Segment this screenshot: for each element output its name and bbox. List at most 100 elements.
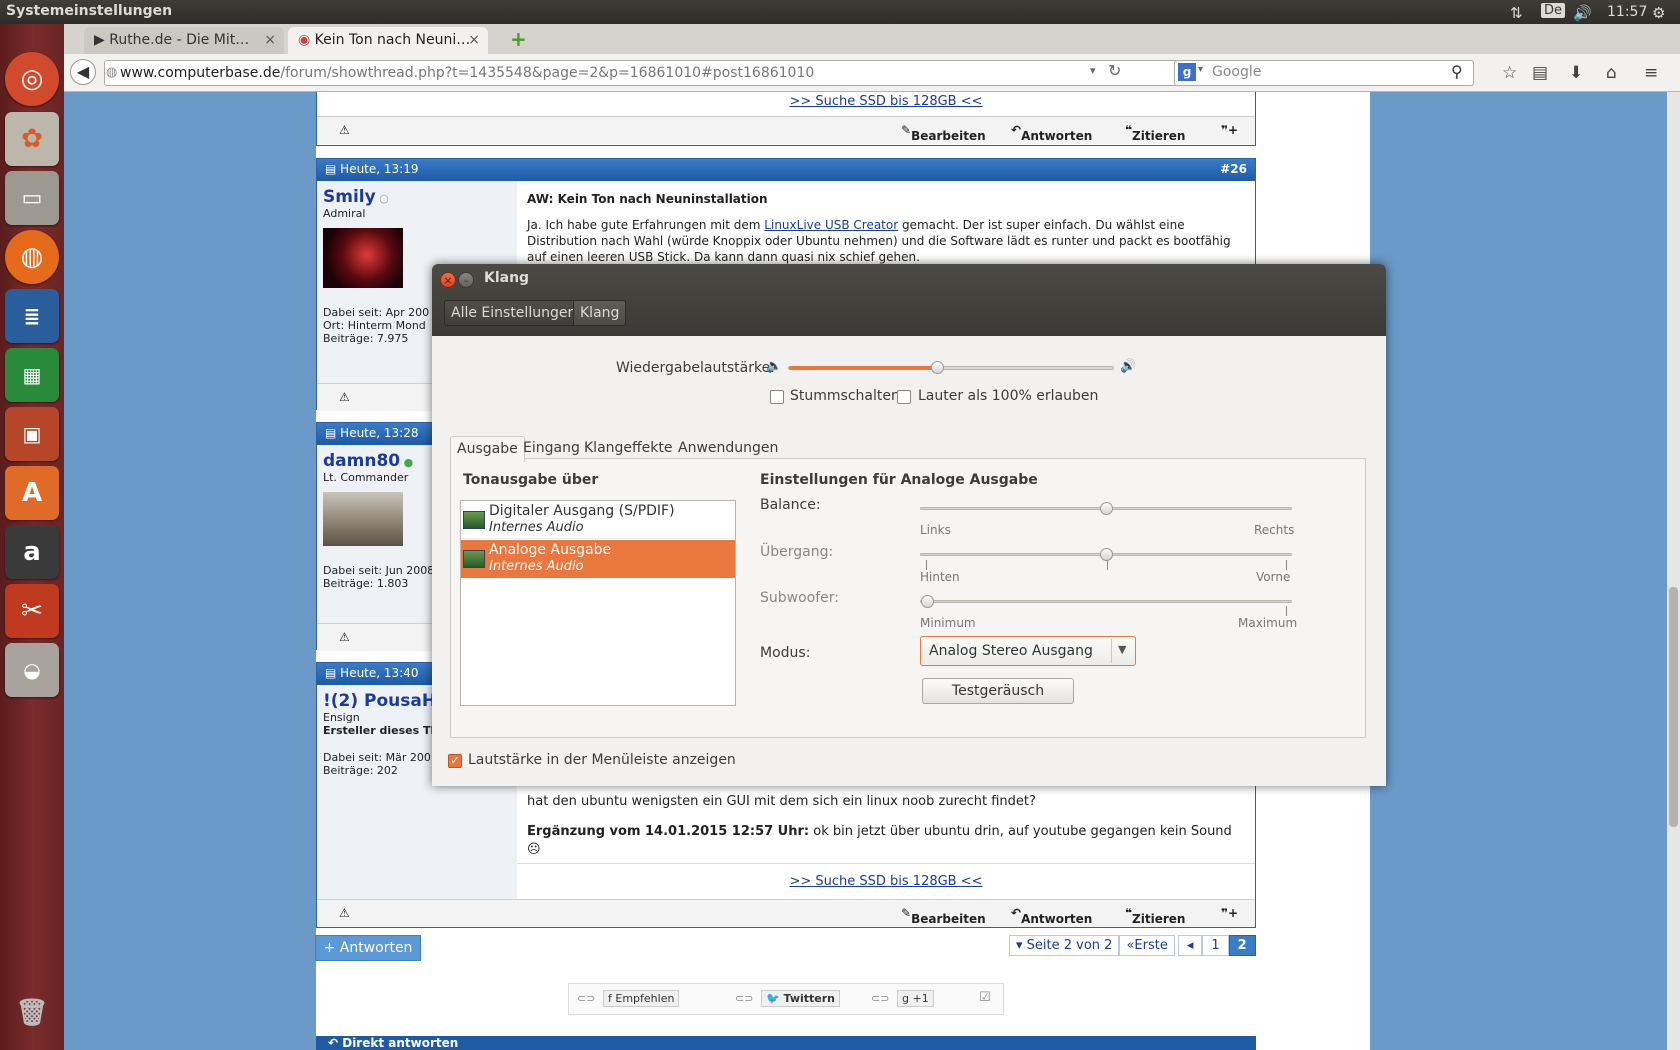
tab-computerbase[interactable]: ◉ Kein Ton nach Neuni… × [288, 27, 488, 54]
fade-slider-knob[interactable] [1099, 548, 1113, 561]
multiquote-icon[interactable]: ❞+ [1221, 906, 1238, 920]
crumb-all-settings[interactable]: Alle Einstellungen [444, 300, 584, 326]
close-icon[interactable]: × [264, 32, 276, 48]
fade-slider[interactable] [920, 548, 1292, 561]
search-icon[interactable]: ⚲ [1451, 62, 1463, 81]
keyboard-indicator[interactable]: De [1541, 3, 1566, 18]
chevron-down-icon[interactable]: ▾ [1198, 64, 1203, 75]
close-window-icon[interactable]: × [440, 272, 456, 288]
mute-checkbox[interactable] [770, 390, 784, 404]
network-icon[interactable]: ⇅ [1510, 4, 1523, 22]
username[interactable]: Smily [323, 187, 376, 207]
reply-thread-button[interactable]: + Antworten [315, 935, 421, 961]
quote-button[interactable]: ❝ Zitieren [1125, 906, 1185, 926]
toggle-icon[interactable]: ⊂⊃ [871, 992, 889, 1005]
ssd-link[interactable]: >> Suche SSD bis 128GB << [789, 94, 982, 109]
ubuntu-dash-icon[interactable]: ◎ [5, 52, 59, 106]
ssd-link[interactable]: >> Suche SSD bis 128GB << [789, 874, 982, 889]
post-number[interactable]: #26 [1220, 162, 1247, 176]
tab-input[interactable]: Eingang [517, 436, 586, 462]
edit-button[interactable]: ✎ Bearbeiten [901, 123, 986, 143]
tab-applications[interactable]: Anwendungen [672, 436, 784, 462]
mode-dropdown[interactable]: Analog Stereo Ausgang ▼ [920, 636, 1136, 666]
volume-icon[interactable]: 🔊 [1573, 4, 1592, 22]
report-icon[interactable]: ⚠ [339, 630, 350, 644]
social-bar: ⊂⊃ f Empfehlen ⊂⊃ 🐦 Twittern ⊂⊃ g +1 ☑ [568, 983, 1004, 1015]
subwoofer-slider-knob[interactable] [921, 595, 934, 608]
page-1-link[interactable]: 1 [1202, 935, 1229, 956]
device-spdif[interactable]: Digitaler Ausgang (S/PDIF) Internes Audi… [461, 501, 735, 539]
crumb-sound[interactable]: Klang [573, 300, 627, 326]
first-page-link[interactable]: «Erste [1119, 935, 1175, 956]
balance-slider[interactable] [920, 502, 1292, 515]
louder-checkbox[interactable] [897, 390, 911, 404]
avatar[interactable] [323, 228, 403, 288]
post-text: Distribution nach Wahl (würde Knoppix od… [527, 234, 1231, 248]
system-settings-icon[interactable]: ✂ [5, 584, 59, 638]
quote-button[interactable]: ❝ Zitieren [1125, 123, 1185, 143]
disk-icon[interactable]: ◒ [5, 643, 59, 697]
download-icon[interactable]: ⬇ [1569, 63, 1583, 83]
impress-icon[interactable]: ▣ [5, 407, 59, 461]
multiquote-icon[interactable]: ❞+ [1221, 123, 1238, 137]
direct-reply-header[interactable]: ↶ Direkt antworten [316, 1036, 1256, 1050]
linuxlive-link[interactable]: LinuxLive USB Creator [764, 218, 898, 232]
report-icon[interactable]: ⚠ [339, 906, 350, 920]
subwoofer-slider[interactable] [920, 595, 1292, 608]
tweet-button[interactable]: 🐦 Twittern [761, 990, 840, 1007]
reply-button[interactable]: ↶ Antworten [1011, 906, 1092, 926]
volume-slider[interactable] [788, 361, 1114, 374]
scrollbar[interactable] [1667, 92, 1680, 1050]
edit-button[interactable]: ✎ Bearbeiten [901, 906, 986, 926]
recommend-button[interactable]: f Empfehlen [603, 990, 680, 1007]
ssd-link-row: >> Suche SSD bis 128GB << [517, 92, 1255, 118]
top-panel: Systemeinstellungen ⇅ De 🔊 11:57 ⚙ [0, 0, 1680, 24]
avatar[interactable] [323, 492, 403, 546]
menu-icon[interactable]: ≡ [1644, 63, 1658, 83]
page-selector[interactable]: ▾ Seite 2 von 2 [1009, 935, 1120, 956]
home-icon[interactable]: ⌂ [1606, 63, 1617, 83]
launcher: ◎ ✿ ▭ ◍ ≣ ▦ ▣ A a ✂ ◒ 🗑 [0, 24, 64, 1050]
volume-slider-knob[interactable] [931, 361, 945, 374]
volume-low-icon: 🔈 [766, 359, 783, 374]
back-icon[interactable]: ◀ [70, 59, 96, 85]
balance-slider-knob[interactable] [1099, 502, 1113, 515]
toggle-icon[interactable]: ⊂⊃ [735, 992, 753, 1005]
test-sound-button[interactable]: Testgeräusch [922, 678, 1074, 704]
report-icon[interactable]: ⚠ [339, 390, 350, 404]
url-dropdown-icon[interactable]: ▾ [1090, 64, 1096, 77]
minimize-window-icon[interactable]: – [458, 272, 474, 288]
software-center-icon[interactable]: A [5, 466, 59, 520]
clock[interactable]: 11:57 [1607, 4, 1647, 20]
files-icon[interactable]: ▭ [5, 171, 59, 225]
new-tab-icon[interactable]: + [510, 27, 527, 51]
prev-page-link[interactable]: ◂ [1177, 935, 1203, 956]
post-date: Heute, 13:19 [340, 162, 419, 176]
settings-icon[interactable]: ☑ [979, 990, 991, 1005]
show-volume-checkbox[interactable]: ✓ [448, 754, 462, 768]
url-text[interactable]: www.computerbase.de/forum/showthread.php… [120, 65, 814, 81]
calc-icon[interactable]: ▦ [5, 348, 59, 402]
tab-output[interactable]: Ausgabe [450, 436, 525, 462]
report-icon[interactable]: ⚠ [339, 123, 350, 137]
close-icon[interactable]: × [468, 32, 480, 48]
username[interactable]: damn80 [323, 451, 400, 471]
tab-effects[interactable]: Klangeffekte [578, 436, 679, 462]
tab-ruthe[interactable]: ▶ Ruthe.de - Die Mit… × [84, 27, 284, 54]
bookmark-star-icon[interactable]: ☆ [1502, 63, 1517, 83]
toggle-icon[interactable]: ⊂⊃ [577, 992, 595, 1005]
scrollbar-thumb[interactable] [1669, 587, 1678, 827]
writer-icon[interactable]: ≣ [5, 289, 59, 343]
system-tools-icon[interactable]: ✿ [5, 112, 59, 166]
mode-value: Analog Stereo Ausgang [929, 643, 1093, 659]
power-icon[interactable]: ⚙ [1652, 4, 1665, 22]
amazon-icon[interactable]: a [5, 525, 59, 579]
reload-icon[interactable]: ↻ [1108, 61, 1121, 80]
bookmarks-list-icon[interactable]: ▤ [1532, 63, 1548, 83]
firefox-icon[interactable]: ◍ [5, 230, 59, 284]
trash-icon[interactable]: 🗑 [5, 986, 59, 1040]
search-engine-icon[interactable]: g [1178, 63, 1196, 81]
device-analog[interactable]: Analoge Ausgabe Internes Audio [461, 540, 735, 578]
reply-button[interactable]: ↶ Antworten [1011, 123, 1092, 143]
google-plus-button[interactable]: g +1 [897, 990, 934, 1007]
